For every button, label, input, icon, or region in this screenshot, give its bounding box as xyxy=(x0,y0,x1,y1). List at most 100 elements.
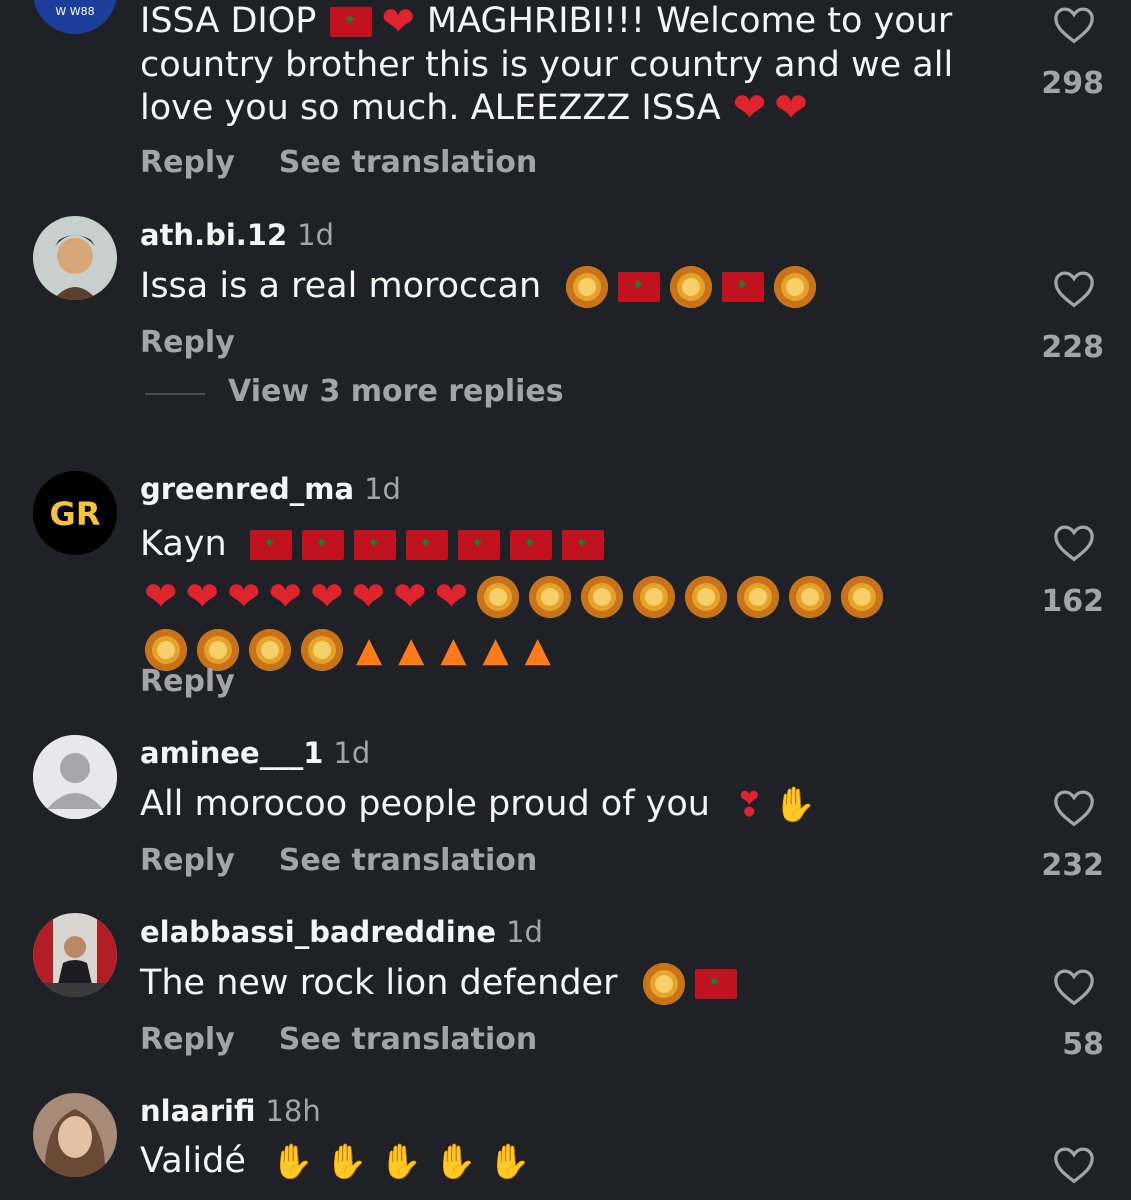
see-translation-button[interactable]: See translation xyxy=(279,1022,537,1057)
comment-time: 1d xyxy=(506,915,543,949)
morocco-flag-icon xyxy=(405,530,448,560)
heart-outline-icon[interactable] xyxy=(1052,522,1096,562)
avatar[interactable]: GR xyxy=(33,471,117,555)
red-heart-icon: ❤ xyxy=(732,85,767,131)
comment-actions: Reply See translation xyxy=(140,843,537,878)
morocco-flag-icon xyxy=(722,272,765,302)
red-heart-icon: ❤ xyxy=(185,574,220,620)
lion-face-icon xyxy=(301,629,343,671)
comment-time: 18h xyxy=(265,1094,321,1128)
reply-button[interactable]: Reply xyxy=(140,145,235,180)
avatar[interactable] xyxy=(33,1093,117,1177)
comment-time: 1d xyxy=(297,218,335,252)
clapping-hands-icon: ✋ xyxy=(434,1141,477,1182)
like-count: 162 xyxy=(1041,584,1104,619)
view-more-replies-button[interactable]: View 3 more replies xyxy=(228,374,564,409)
username[interactable]: nlaarifi xyxy=(140,1094,255,1128)
red-heart-icon: ❤ xyxy=(434,574,469,620)
clapping-hands-icon: ✋ xyxy=(379,1141,423,1182)
reply-button[interactable]: Reply xyxy=(140,664,235,699)
username-line: nlaarifi 18h xyxy=(140,1094,321,1128)
red-heart-icon: ❤ xyxy=(227,574,261,620)
avatar-image: W W88 xyxy=(33,0,117,34)
username[interactable]: elabbassi_badreddine xyxy=(140,915,496,949)
avatar-image xyxy=(33,913,117,997)
red-heart-icon: ❤ xyxy=(381,0,415,45)
username[interactable]: ath.bi.12 xyxy=(140,218,287,252)
see-translation-button[interactable]: See translation xyxy=(279,145,537,180)
fire-icon: ▲ xyxy=(524,630,551,670)
red-heart-icon: ❤ xyxy=(268,574,303,620)
like-count: 228 xyxy=(1041,330,1104,365)
comment-actions: Reply xyxy=(140,664,235,699)
morocco-flag-icon xyxy=(694,969,737,999)
see-translation-button[interactable]: See translation xyxy=(279,843,537,878)
red-heart-icon: ❤ xyxy=(144,574,178,620)
lion-face-icon xyxy=(633,576,676,618)
comment-text: Validé ✋ ✋ ✋ ✋ ✋ xyxy=(140,1141,531,1182)
reply-button[interactable]: Reply xyxy=(140,843,235,878)
morocco-flag-icon xyxy=(618,272,661,302)
svg-text:GR: GR xyxy=(50,495,101,533)
reply-button[interactable]: Reply xyxy=(140,325,235,360)
avatar[interactable]: W W88 xyxy=(33,0,117,34)
svg-text:W W88: W W88 xyxy=(55,5,94,18)
username[interactable]: greenred_ma xyxy=(140,472,354,506)
red-heart-icon: ❤ xyxy=(393,574,427,620)
lion-face-icon xyxy=(670,266,713,308)
clapping-hands-icon: ✋ xyxy=(325,1141,368,1182)
avatar-image: GR xyxy=(33,471,117,555)
username-line: greenred_ma 1d xyxy=(140,472,401,506)
avatar[interactable] xyxy=(33,735,117,819)
avatar[interactable] xyxy=(33,913,117,997)
avatar-image xyxy=(33,216,117,300)
comment-text: ISSA DIOP❤MAGHRIBI!!! Welcome to your co… xyxy=(140,0,953,130)
username-line: aminee___1 1d xyxy=(140,736,370,770)
clapping-hands-icon: ✋ xyxy=(773,784,816,825)
heart-outline-icon[interactable] xyxy=(1052,268,1096,308)
like-count: 58 xyxy=(1062,1027,1104,1062)
clapping-hands-icon: ✋ xyxy=(488,1141,531,1182)
reply-button[interactable]: Reply xyxy=(140,1022,235,1057)
comment-actions: Reply See translation xyxy=(140,1022,537,1057)
lion-face-icon xyxy=(789,576,832,618)
like-count: 232 xyxy=(1041,848,1104,883)
morocco-flag-icon xyxy=(353,530,396,560)
username-line: elabbassi_badreddine 1d xyxy=(140,915,543,949)
exclamation-heart-icon: ❣ xyxy=(735,784,764,825)
divider xyxy=(145,393,205,395)
default-avatar-icon xyxy=(33,735,117,819)
avatar[interactable] xyxy=(33,216,117,300)
heart-outline-icon[interactable] xyxy=(1052,4,1096,44)
morocco-flag-icon xyxy=(457,530,500,560)
red-heart-icon: ❤ xyxy=(774,85,808,131)
morocco-flag-icon xyxy=(561,530,604,560)
lion-face-icon xyxy=(581,576,624,618)
avatar-image xyxy=(33,1093,117,1177)
heart-outline-icon[interactable] xyxy=(1052,966,1096,1006)
username-line: ath.bi.12 1d xyxy=(140,218,334,252)
fire-icon: ▲ xyxy=(398,630,425,670)
comment-time: 1d xyxy=(364,472,401,506)
comment-text: All morocoo people proud of you ❣ ✋ xyxy=(140,784,816,825)
morocco-flag-icon xyxy=(330,7,373,37)
red-heart-icon: ❤ xyxy=(310,574,344,620)
morocco-flag-icon xyxy=(301,530,344,560)
comment-time: 1d xyxy=(333,736,371,770)
lion-face-icon xyxy=(737,576,780,618)
lion-face-icon xyxy=(529,576,572,618)
fire-icon: ▲ xyxy=(440,630,467,670)
lion-face-icon xyxy=(477,576,520,618)
lion-face-icon xyxy=(841,576,884,618)
lion-face-icon xyxy=(685,576,728,618)
heart-outline-icon[interactable] xyxy=(1052,787,1096,827)
morocco-flag-icon xyxy=(509,530,552,560)
comment-text: The new rock lion defender xyxy=(140,962,742,1005)
morocco-flag-icon xyxy=(249,530,292,560)
fire-icon: ▲ xyxy=(482,630,509,670)
lion-face-icon xyxy=(566,266,609,308)
username[interactable]: aminee___1 xyxy=(140,736,323,770)
comment-text: Kayn ❤❤❤❤❤❤❤❤ ▲▲▲▲▲ xyxy=(140,518,888,676)
clapping-hands-icon: ✋ xyxy=(271,1141,314,1182)
heart-outline-icon[interactable] xyxy=(1052,1144,1096,1184)
